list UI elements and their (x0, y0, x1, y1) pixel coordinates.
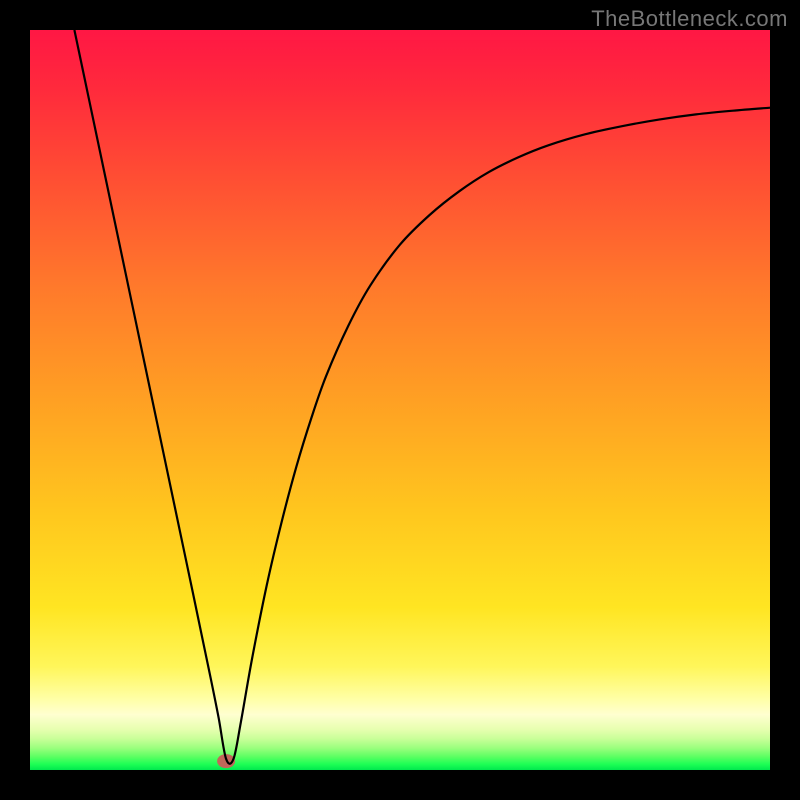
plot-area (30, 30, 770, 770)
watermark-text: TheBottleneck.com (591, 6, 788, 32)
plot-svg (30, 30, 770, 770)
gradient-background (30, 30, 770, 770)
chart-frame: TheBottleneck.com (0, 0, 800, 800)
